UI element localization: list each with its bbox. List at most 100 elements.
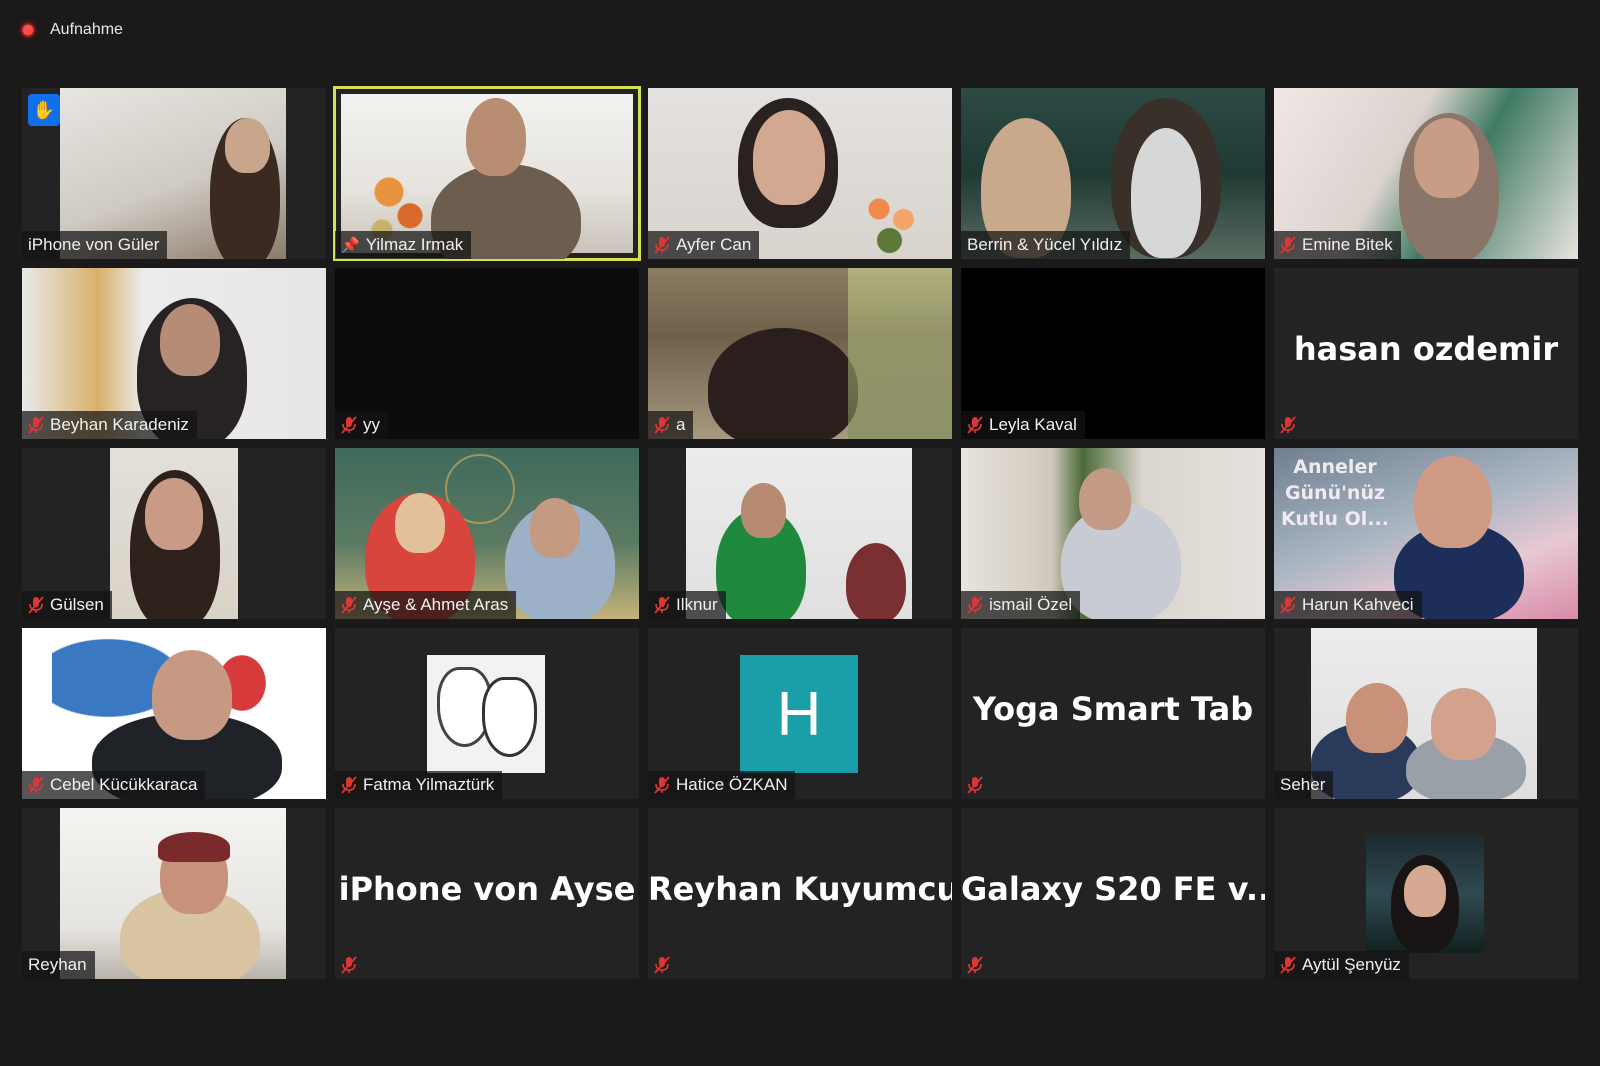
participant-tile[interactable]: Reyhan [22, 808, 326, 979]
mic-muted-icon [967, 776, 983, 794]
participant-tile[interactable]: Aytül Şenyüz [1274, 808, 1578, 979]
participant-name: Yilmaz Irmak [365, 235, 464, 254]
participant-name-tag: Emine Bitek [1274, 231, 1401, 259]
participant-display-name: Yoga Smart Tab [972, 690, 1254, 728]
participant-tile[interactable]: ✋ iPhone von Güler [22, 88, 326, 259]
gallery-grid: ✋ iPhone von Güler 📌 Yilmaz Irmak Ayfer … [22, 86, 1578, 979]
participant-tile[interactable]: H Hatice ÖZKAN [648, 628, 952, 799]
participant-tile[interactable]: Fatma Yilmaztürk [335, 628, 639, 799]
participant-name-tag: Ayfer Can [648, 231, 760, 259]
participant-name: Seher [1280, 775, 1326, 794]
participant-name: Fatma Yilmaztürk [363, 775, 495, 794]
participant-name-tag [335, 951, 365, 979]
participant-name-tag [648, 951, 678, 979]
mic-muted-icon [341, 956, 357, 974]
participant-video [341, 94, 633, 259]
meeting-top-bar: Aufnahme [0, 0, 1600, 60]
participant-name: ismail Özel [989, 595, 1073, 614]
participant-name: Harun Kahveci [1302, 595, 1414, 614]
participant-name: iPhone von Güler [28, 235, 160, 254]
participant-name-tag: Fatma Yilmaztürk [335, 771, 503, 799]
participant-name: Reyhan [28, 955, 87, 974]
participant-tile-active-speaker[interactable]: 📌 Yilmaz Irmak [333, 86, 641, 261]
participant-name-tag: Hatice ÖZKAN [648, 771, 796, 799]
video-overlay-text: Anneler Günü'nüz Kutlu Ol... [1281, 456, 1389, 530]
participant-name: Ilknur [676, 595, 718, 614]
record-icon [18, 20, 38, 40]
participant-tile[interactable]: Galaxy S20 FE v... [961, 808, 1265, 979]
profile-picture [1366, 835, 1484, 953]
participant-name-tag: Ilknur [648, 591, 726, 619]
raised-hand-icon: ✋ [28, 94, 60, 126]
participant-tile[interactable]: Ayfer Can [648, 88, 952, 259]
mic-muted-icon [1280, 236, 1296, 254]
participant-display-name: iPhone von Ayse [338, 870, 636, 908]
participant-video [1311, 628, 1537, 799]
participant-name: Ayşe & Ahmet Aras [363, 595, 509, 614]
participant-tile[interactable]: Seher [1274, 628, 1578, 799]
participant-display-name: Galaxy S20 FE v... [961, 870, 1265, 908]
participant-name-tag: Leyla Kaval [961, 411, 1085, 439]
participant-tile[interactable]: yy [335, 268, 639, 439]
participant-name-tag: Reyhan [22, 951, 95, 979]
participant-name-tag: ismail Özel [961, 591, 1081, 619]
mic-muted-icon [1280, 596, 1296, 614]
mic-muted-icon [967, 956, 983, 974]
participant-name-tag: iPhone von Güler [22, 231, 168, 259]
participant-tile[interactable]: Cebel Kücükkaraca [22, 628, 326, 799]
participant-name-tag: Cebel Kücükkaraca [22, 771, 206, 799]
mic-muted-icon [654, 236, 670, 254]
mic-muted-icon [28, 776, 44, 794]
mic-muted-icon [341, 416, 357, 434]
participant-tile[interactable]: Berrin & Yücel Yıldız [961, 88, 1265, 259]
participant-tile[interactable]: Leyla Kaval [961, 268, 1265, 439]
participant-name-tag: Seher [1274, 771, 1334, 799]
participant-video [110, 448, 238, 619]
participant-tile[interactable]: Anneler Günü'nüz Kutlu Ol... Harun Kahve… [1274, 448, 1578, 619]
participant-name: a [676, 415, 686, 434]
participant-name-tag: Berrin & Yücel Yıldız [961, 231, 1131, 259]
mic-muted-icon [967, 596, 983, 614]
mic-muted-icon [1280, 956, 1296, 974]
participant-name-tag: Ayşe & Ahmet Aras [335, 591, 517, 619]
participant-name-tag: Gülsen [22, 591, 112, 619]
mic-muted-icon [654, 416, 670, 434]
participant-tile[interactable]: hasan ozdemir [1274, 268, 1578, 439]
mic-muted-icon [654, 776, 670, 794]
participant-tile[interactable]: Ilknur [648, 448, 952, 619]
participant-name: Berrin & Yücel Yıldız [967, 235, 1123, 254]
theatre-masks-avatar [427, 655, 545, 773]
mic-muted-icon [28, 416, 44, 434]
participant-name-tag: Aytül Şenyüz [1274, 951, 1409, 979]
recording-indicator[interactable]: Aufnahme [18, 18, 123, 42]
participant-tile[interactable]: Gülsen [22, 448, 326, 619]
participant-tile[interactable]: Reyhan Kuyumcu [648, 808, 952, 979]
participant-tile[interactable]: Beyhan Karadeniz [22, 268, 326, 439]
participant-name-tag [961, 771, 991, 799]
participant-name: Hatice ÖZKAN [676, 775, 788, 794]
participant-tile[interactable]: iPhone von Ayse [335, 808, 639, 979]
participant-name-tag: yy [335, 411, 388, 439]
participant-video [648, 268, 952, 439]
participant-tile[interactable]: ismail Özel [961, 448, 1265, 619]
participant-display-name: hasan ozdemir [1293, 330, 1559, 368]
participant-tile[interactable]: a [648, 268, 952, 439]
mic-muted-icon [654, 596, 670, 614]
mic-muted-icon [341, 596, 357, 614]
participant-name: Gülsen [50, 595, 104, 614]
recording-label: Aufnahme [50, 21, 123, 38]
pin-icon: 📌 [341, 237, 360, 254]
letter-avatar: H [740, 655, 858, 773]
participant-tile[interactable]: Emine Bitek [1274, 88, 1578, 259]
participant-name-tag [1274, 411, 1304, 439]
mic-muted-icon [654, 956, 670, 974]
participant-tile[interactable]: Ayşe & Ahmet Aras [335, 448, 639, 619]
mic-muted-icon [341, 776, 357, 794]
participant-name: Leyla Kaval [989, 415, 1077, 434]
participant-name-tag: a [648, 411, 694, 439]
mic-muted-icon [967, 416, 983, 434]
participant-display-name: Reyhan Kuyumcu [648, 870, 952, 908]
participant-tile[interactable]: Yoga Smart Tab [961, 628, 1265, 799]
participant-name: Emine Bitek [1302, 235, 1393, 254]
participant-name: Aytül Şenyüz [1302, 955, 1401, 974]
